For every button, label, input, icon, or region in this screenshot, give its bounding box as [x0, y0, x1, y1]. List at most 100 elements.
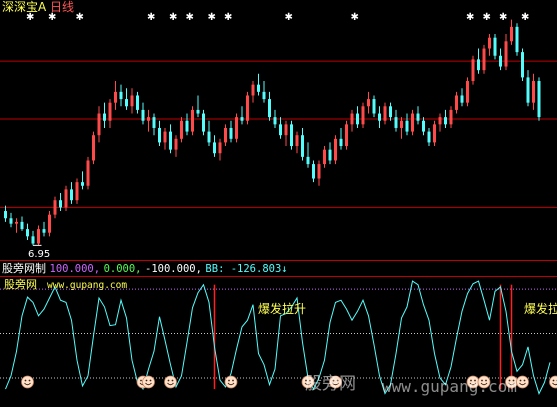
top-star-marker: ✱ — [483, 12, 491, 23]
smiley-eye — [519, 379, 522, 382]
candle-body — [477, 59, 480, 71]
site-url: www.gupang.com — [47, 280, 128, 291]
indicator-header: 股旁网制 100.000, 0.000, -100.000, BB: -126.… — [2, 263, 288, 275]
top-star-marker: ✱ — [76, 12, 84, 23]
candle-body — [114, 91, 117, 103]
candle-body — [532, 81, 535, 103]
smiley-face — [142, 375, 155, 389]
signal-tag-2: 爆发拉升 — [524, 302, 557, 316]
smiley-marker — [21, 375, 34, 389]
candle-body — [422, 120, 425, 132]
candle-body — [526, 77, 530, 103]
candle-body — [191, 109, 194, 132]
candle-body — [202, 113, 205, 132]
candle-body — [53, 200, 57, 215]
candle-body — [147, 117, 150, 121]
candle-body — [240, 117, 244, 121]
candle-body — [9, 218, 13, 224]
candle-body — [218, 142, 222, 154]
candle-body — [405, 120, 409, 132]
smiley-eye — [171, 379, 174, 382]
candle-body — [169, 131, 172, 150]
candle-body — [356, 113, 359, 125]
candle-body — [64, 189, 68, 208]
smiley-marker — [549, 375, 557, 389]
candle-body — [86, 160, 90, 186]
candle-body — [97, 113, 101, 136]
candle-body — [416, 113, 420, 121]
candle-body — [433, 124, 436, 143]
candle-body — [350, 113, 354, 125]
candle-body — [389, 106, 392, 118]
candle-body — [207, 131, 211, 143]
top-star-marker: ✱ — [169, 12, 177, 23]
smiley-marker — [164, 375, 177, 389]
candle-body — [323, 149, 326, 165]
top-star-marker: ✱ — [147, 12, 155, 23]
watermark-cn: 股旁网 — [305, 374, 356, 394]
candle-body — [339, 138, 343, 147]
smiley-eye — [232, 379, 234, 382]
candle-body — [400, 120, 403, 128]
candle-body — [482, 48, 486, 71]
candle-body — [515, 26, 519, 53]
indicator-name: 股旁网制 — [2, 262, 46, 275]
indicator-value-minus100: -100.000, — [145, 263, 202, 275]
candle-body — [510, 26, 513, 42]
indicator-value-0: 0.000, — [103, 263, 142, 275]
period-label: 日线 — [50, 0, 75, 14]
smiley-eye — [228, 379, 230, 382]
smiley-eye — [149, 379, 152, 382]
candle-body — [213, 142, 216, 154]
candle-body — [455, 95, 458, 110]
smiley-eye — [140, 379, 142, 382]
candle-body — [317, 164, 321, 179]
candle-body — [438, 117, 442, 125]
indicator-value-bb: BB: -126.803↓ — [205, 263, 288, 275]
candle-body — [488, 37, 491, 49]
candle-body — [37, 229, 40, 244]
candle-body — [163, 131, 167, 143]
candle-body — [279, 124, 282, 136]
candlestick-series — [4, 19, 541, 246]
candle-body — [295, 135, 299, 147]
candle-body — [257, 84, 260, 92]
candle-body — [235, 117, 238, 139]
candle-body — [15, 221, 18, 224]
candle-body — [20, 221, 24, 230]
candle-body — [42, 229, 46, 233]
candle-body — [81, 182, 84, 186]
candle-body — [119, 91, 123, 100]
smiley-face — [164, 375, 177, 389]
smiley-eye — [145, 379, 148, 382]
top-star-marker: ✱ — [186, 12, 194, 23]
candle-body — [361, 106, 365, 125]
candle-body — [141, 109, 145, 121]
candle-body — [328, 149, 332, 161]
top-star-marker: ✱ — [466, 12, 474, 23]
candle-body — [273, 117, 277, 125]
candle-body — [48, 214, 51, 233]
smiley-marker — [516, 375, 529, 389]
candle-body — [268, 99, 271, 118]
smiley-face — [549, 375, 557, 389]
grid-lines — [0, 60, 557, 277]
candle-body — [185, 120, 189, 132]
candle-body — [378, 113, 381, 121]
candle-body — [229, 127, 233, 139]
candle-body — [26, 229, 29, 237]
candle-body — [372, 99, 376, 114]
smiley-face — [21, 375, 34, 389]
smiley-marker — [142, 375, 155, 389]
smiley-eye — [24, 379, 27, 382]
candle-body — [130, 95, 134, 107]
candle-body — [290, 124, 293, 147]
candle-body — [180, 120, 183, 139]
candle-body — [504, 41, 508, 67]
smiley-eye — [167, 379, 170, 382]
stock-name: 深深宝A — [2, 0, 47, 14]
candle-body — [92, 135, 95, 161]
candle-body — [174, 138, 178, 150]
candle-body — [59, 200, 62, 208]
candle-body — [108, 102, 112, 121]
